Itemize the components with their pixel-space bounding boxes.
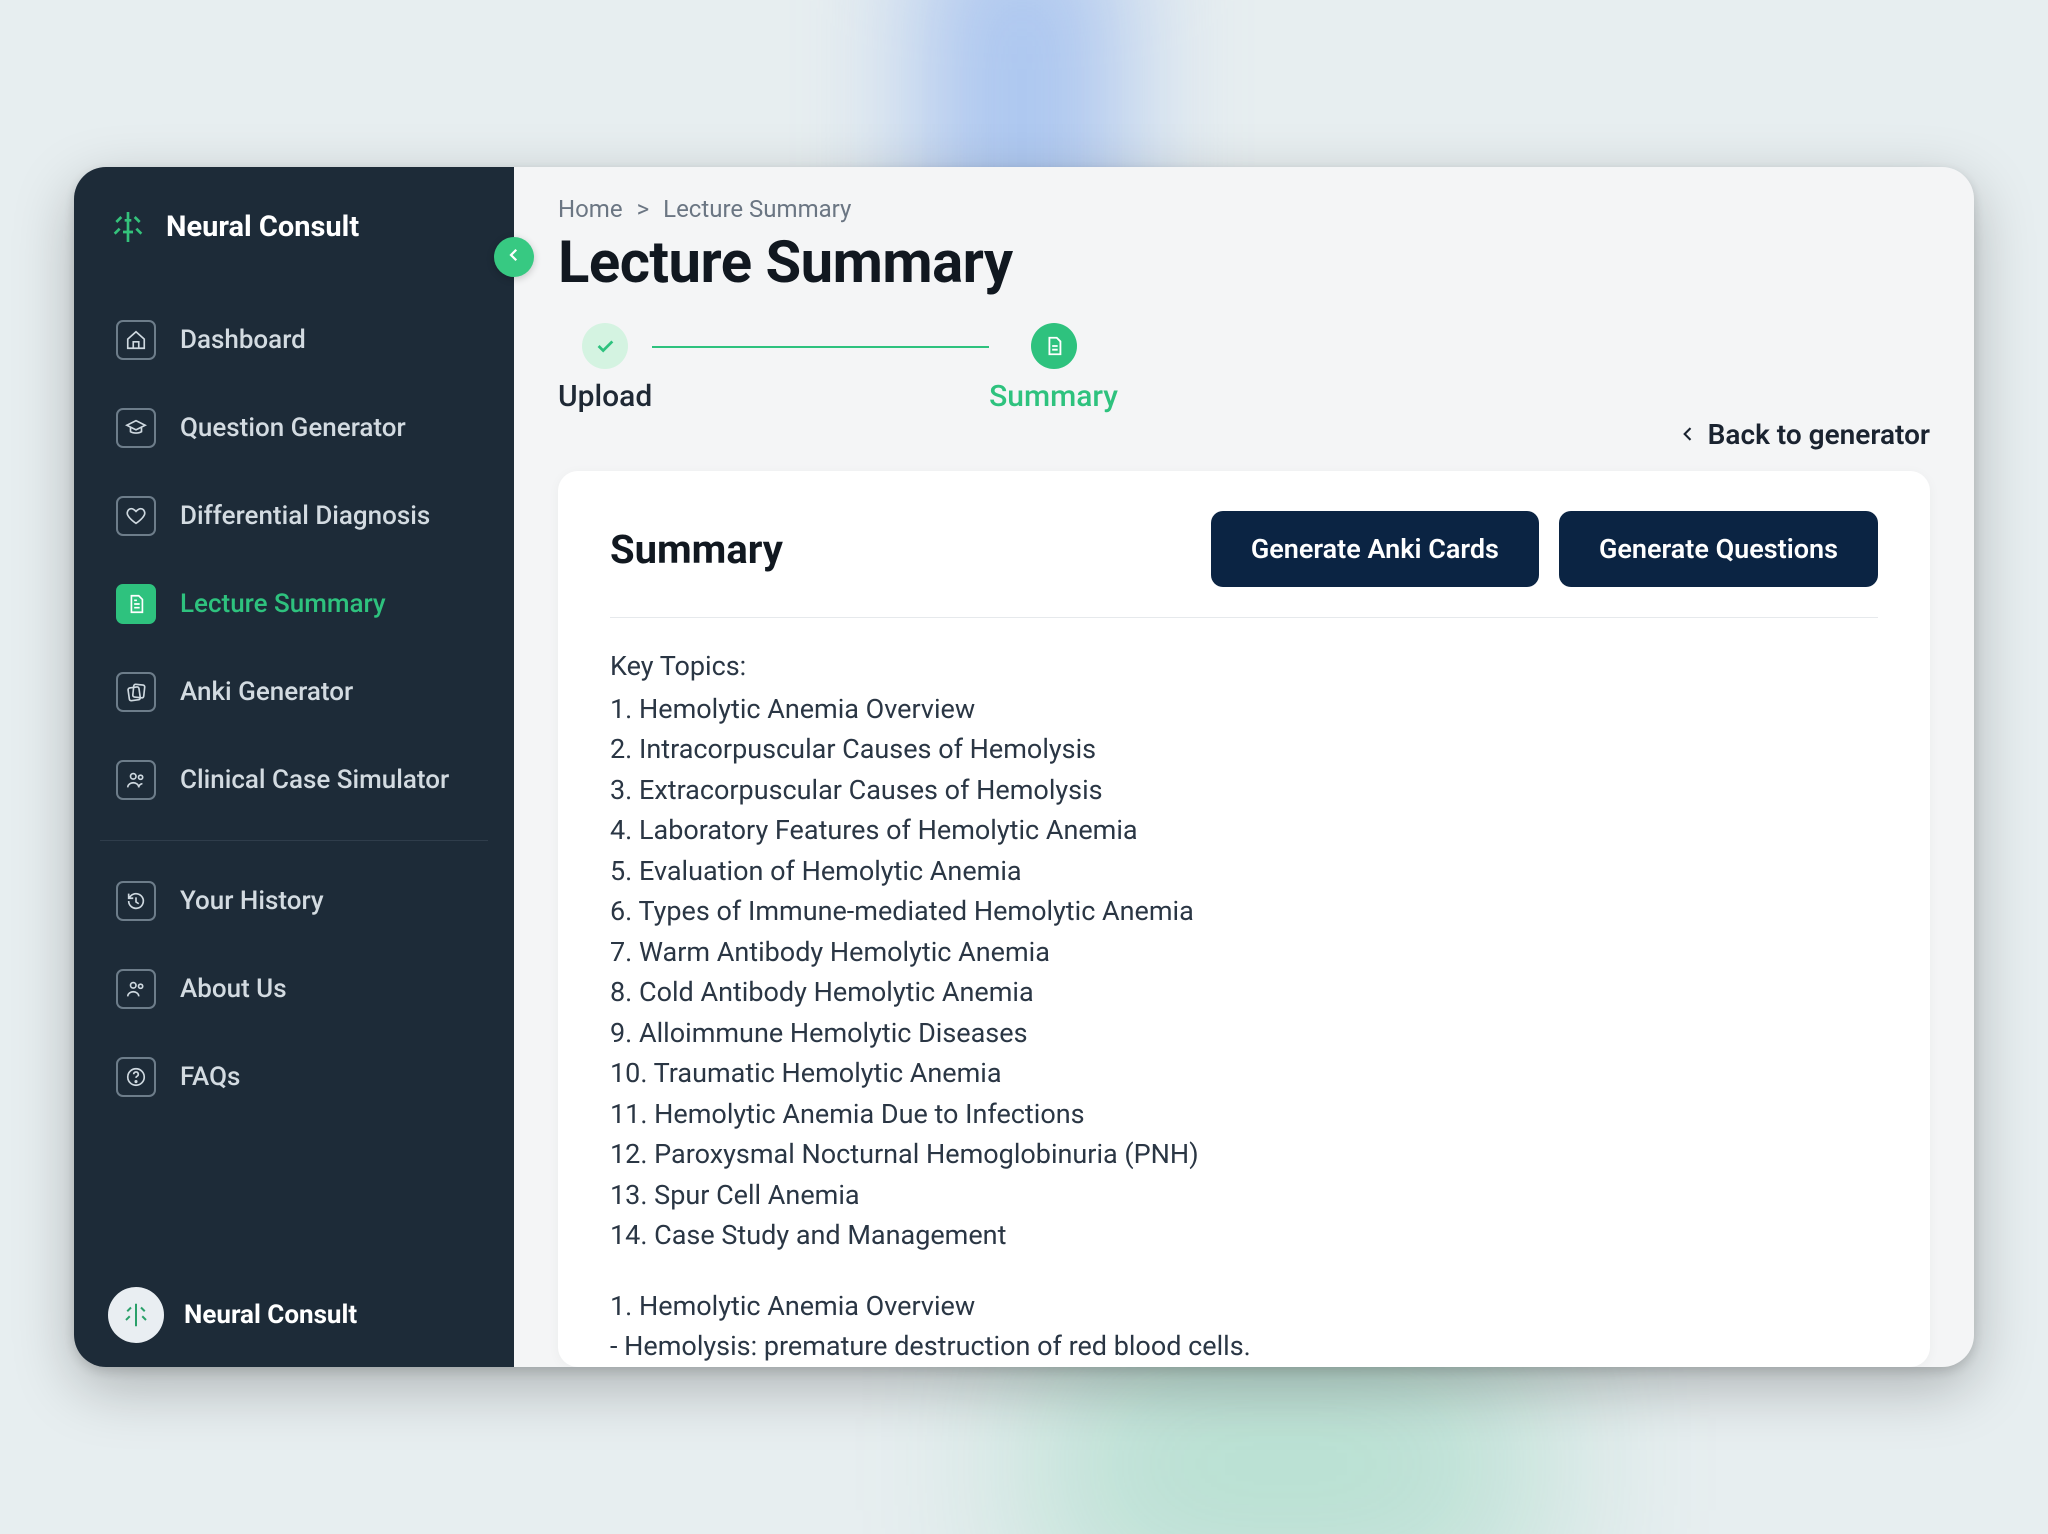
history-icon	[116, 881, 156, 921]
topic-item: 4. Laboratory Features of Hemolytic Anem…	[610, 810, 1878, 851]
topic-item: 14. Case Study and Management	[610, 1215, 1878, 1256]
step-label: Summary	[989, 379, 1118, 414]
sidebar-item-your-history[interactable]: Your History	[108, 863, 480, 939]
topic-item: 2. Intracorpuscular Causes of Hemolysis	[610, 729, 1878, 770]
topic-item: 5. Evaluation of Hemolytic Anemia	[610, 851, 1878, 892]
topic-item: 11. Hemolytic Anemia Due to Infections	[610, 1094, 1878, 1135]
topic-item: 9. Alloimmune Hemolytic Diseases	[610, 1013, 1878, 1054]
sidebar-item-label: Question Generator	[180, 413, 406, 443]
sidebar-item-faqs[interactable]: FAQs	[108, 1039, 480, 1115]
topic-item: 12. Paroxysmal Nocturnal Hemoglobinuria …	[610, 1134, 1878, 1175]
people-icon	[116, 760, 156, 800]
section-1-title: 1. Hemolytic Anemia Overview	[610, 1286, 1878, 1327]
home-icon	[116, 320, 156, 360]
sidebar-item-dashboard[interactable]: Dashboard	[108, 302, 480, 378]
topic-item: 10. Traumatic Hemolytic Anemia	[610, 1053, 1878, 1094]
sidebar-item-lecture-summary[interactable]: Lecture Summary	[108, 566, 480, 642]
sidebar-item-question-generator[interactable]: Question Generator	[108, 390, 480, 466]
generate-anki-button[interactable]: Generate Anki Cards	[1211, 511, 1539, 587]
key-topics-list: 1. Hemolytic Anemia Overview2. Intracorp…	[610, 689, 1878, 1256]
card-title: Summary	[610, 526, 783, 573]
breadcrumb-separator: >	[637, 195, 650, 223]
topic-item: 6. Types of Immune-mediated Hemolytic An…	[610, 891, 1878, 932]
step-connector	[652, 346, 989, 348]
sidebar-item-label: Anki Generator	[180, 677, 353, 707]
step-upload: Upload	[558, 323, 652, 414]
cards-icon	[116, 672, 156, 712]
sidebar-item-label: Lecture Summary	[180, 589, 386, 619]
neural-logo-icon	[108, 207, 148, 247]
topic-item: 8. Cold Antibody Hemolytic Anemia	[610, 972, 1878, 1013]
topic-item: 13. Spur Cell Anemia	[610, 1175, 1878, 1216]
sidebar-item-clinical-case-simulator[interactable]: Clinical Case Simulator	[108, 742, 480, 818]
key-topics-heading: Key Topics:	[610, 646, 1878, 687]
topic-item: 3. Extracorpuscular Causes of Hemolysis	[610, 770, 1878, 811]
grad-cap-icon	[116, 408, 156, 448]
brand-name: Neural Consult	[166, 210, 359, 244]
secondary-nav: Your History About Us FAQs	[108, 863, 480, 1115]
help-icon	[116, 1057, 156, 1097]
breadcrumb-current: Lecture Summary	[663, 195, 851, 223]
stepper: Upload Summary	[558, 323, 1118, 414]
sidebar-item-label: Differential Diagnosis	[180, 501, 430, 531]
back-link-label: Back to generator	[1708, 418, 1930, 451]
sidebar-item-about-us[interactable]: About Us	[108, 951, 480, 1027]
generate-questions-button[interactable]: Generate Questions	[1559, 511, 1878, 587]
sidebar-item-label: Clinical Case Simulator	[180, 765, 449, 795]
sidebar: Neural Consult Dashboard Question Genera…	[74, 167, 514, 1367]
summary-body: Key Topics: 1. Hemolytic Anemia Overview…	[610, 646, 1878, 1367]
sidebar-item-anki-generator[interactable]: Anki Generator	[108, 654, 480, 730]
file-icon	[1031, 323, 1077, 369]
people-icon	[116, 969, 156, 1009]
sidebar-item-label: FAQs	[180, 1062, 240, 1092]
step-label: Upload	[558, 379, 652, 414]
topic-item: 1. Hemolytic Anemia Overview	[610, 689, 1878, 730]
heart-icon	[116, 496, 156, 536]
breadcrumb-home[interactable]: Home	[558, 195, 623, 223]
brand: Neural Consult	[108, 207, 480, 247]
primary-nav: Dashboard Question Generator Differentia…	[108, 302, 480, 818]
sidebar-divider	[100, 840, 488, 841]
sidebar-item-label: Dashboard	[180, 325, 306, 355]
footer-brand-name: Neural Consult	[184, 1300, 357, 1330]
sidebar-collapse-button[interactable]	[494, 237, 534, 277]
section-1-bullet: - Hemolysis: premature destruction of re…	[610, 1326, 1878, 1367]
back-to-generator-link[interactable]: Back to generator	[1678, 418, 1930, 451]
app-frame: Neural Consult Dashboard Question Genera…	[74, 167, 1974, 1367]
chevron-left-icon	[1678, 418, 1698, 451]
sidebar-item-label: Your History	[180, 886, 324, 916]
breadcrumb: Home > Lecture Summary	[558, 195, 1930, 223]
sidebar-footer: Neural Consult	[108, 1275, 480, 1347]
footer-logo-badge	[108, 1287, 164, 1343]
card-header: Summary Generate Anki Cards Generate Que…	[610, 511, 1878, 618]
check-icon	[582, 323, 628, 369]
sidebar-item-differential-diagnosis[interactable]: Differential Diagnosis	[108, 478, 480, 554]
card-actions: Generate Anki Cards Generate Questions	[1211, 511, 1878, 587]
chevron-left-icon	[505, 246, 523, 268]
step-summary: Summary	[989, 323, 1118, 414]
topic-item: 7. Warm Antibody Hemolytic Anemia	[610, 932, 1878, 973]
summary-card: Summary Generate Anki Cards Generate Que…	[558, 471, 1930, 1367]
sidebar-item-label: About Us	[180, 974, 287, 1004]
main-content: Home > Lecture Summary Lecture Summary U…	[514, 167, 1974, 1367]
page-title: Lecture Summary	[558, 229, 1930, 297]
file-icon	[116, 584, 156, 624]
